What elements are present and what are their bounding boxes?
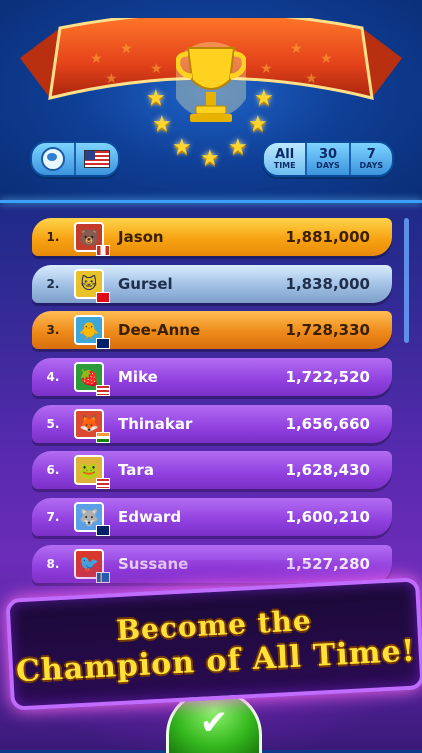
rank-number: 1. (46, 230, 60, 244)
player-score: 1,728,330 (285, 321, 370, 340)
rank-number: 7. (46, 510, 60, 525)
player-score: 1,628,430 (285, 461, 370, 480)
player-avatar: 🐸 (74, 455, 110, 490)
rank-number: 3. (46, 323, 60, 338)
player-score: 1,838,000 (285, 274, 370, 293)
avatar-icon: 🦊 (79, 414, 99, 434)
leaderboard-scrollbar[interactable] (404, 218, 409, 343)
promo-banner: Become the Champion of All Time! (5, 577, 422, 711)
trophy-icon (176, 42, 246, 122)
tab-30-days-sublabel: DAYS (316, 161, 340, 170)
tab-7-days[interactable]: 7 DAYS (348, 143, 392, 175)
country-filter-button[interactable] (76, 143, 118, 175)
country-flag-icon (96, 291, 110, 303)
leaderboard-row[interactable]: 2. 🐱 Gursel 1,838,000 (32, 264, 392, 303)
player-avatar: 🐻 (74, 222, 110, 256)
svg-text:★: ★ (260, 61, 273, 77)
svg-text:★: ★ (305, 71, 318, 87)
player-avatar: 🐥 (74, 315, 110, 350)
globe-icon (41, 147, 65, 171)
svg-text:★: ★ (120, 41, 133, 57)
rank-number: 6. (46, 463, 60, 478)
check-icon: ✔ (199, 703, 229, 743)
leaderboard-row[interactable]: 6. 🐸 Tara 1,628,430 (32, 451, 392, 490)
rank-number: 2. (46, 276, 60, 291)
tab-30-days-label: 30 (318, 147, 338, 162)
rank-number: 5. (46, 416, 60, 431)
player-score: 1,881,000 (285, 228, 370, 246)
avatar-icon: 🐥 (79, 320, 99, 340)
tab-all-time-label: All (275, 147, 295, 162)
country-flag-icon (96, 431, 110, 443)
player-name: Edward (118, 508, 182, 527)
avatar-icon: 🐻 (79, 227, 99, 247)
header-divider (0, 200, 422, 203)
player-avatar: 🐱 (74, 268, 110, 303)
leaderboard-row[interactable]: 3. 🐥 Dee-Anne 1,728,330 (32, 311, 392, 350)
rank-number: 4. (46, 370, 60, 385)
player-avatar: 🍓 (74, 362, 110, 397)
tab-7-days-sublabel: DAYS (359, 161, 384, 170)
country-flag-icon (96, 245, 110, 256)
tab-7-days-label: 7 (366, 147, 376, 162)
player-name: Tara (118, 461, 154, 480)
avatar-icon: 🐸 (79, 460, 99, 480)
player-avatar: 🦊 (74, 408, 110, 443)
player-name: Thinakar (118, 414, 193, 433)
player-score: 1,656,660 (285, 414, 370, 433)
tab-all-time-sublabel: TIME (273, 161, 296, 170)
player-score: 1,722,520 (285, 368, 370, 387)
player-name: Gursel (118, 274, 173, 293)
us-flag-icon (84, 150, 110, 168)
tab-30-days[interactable]: 30 DAYS (305, 143, 348, 175)
tab-all-time[interactable]: All TIME (264, 143, 306, 175)
leaderboard-row[interactable]: 7. 🐺 Edward 1,600,210 (32, 498, 392, 537)
player-name: Mike (118, 368, 158, 387)
svg-text:★: ★ (150, 61, 163, 77)
leaderboard-row[interactable]: 1. 🐻 Jason 1,881,000 (32, 218, 392, 256)
global-filter-button[interactable] (32, 143, 76, 175)
player-name: Dee-Anne (118, 321, 201, 340)
svg-text:★: ★ (90, 51, 103, 67)
svg-text:★: ★ (290, 41, 303, 57)
svg-text:★: ★ (105, 71, 118, 87)
country-flag-icon (96, 385, 110, 397)
country-flag-icon (96, 525, 110, 537)
player-name: Jason (118, 228, 164, 246)
avatar-icon: 🐺 (79, 507, 99, 527)
country-flag-icon (96, 478, 110, 490)
leaderboard-row[interactable]: 5. 🦊 Thinakar 1,656,660 (32, 404, 392, 443)
leaderboard-list[interactable]: 1. 🐻 Jason 1,881,000 2. 🐱 Gursel 1,838,000 3. 🐥 De… (32, 218, 392, 592)
region-filter (30, 141, 120, 177)
leaderboard-row[interactable]: 4. 🍓 Mike 1,722,520 (32, 358, 392, 397)
country-flag-icon (96, 338, 110, 350)
avatar-icon: 🍓 (79, 367, 99, 387)
avatar-icon: 🐱 (80, 274, 98, 294)
svg-text:★: ★ (320, 51, 333, 67)
player-score: 1,600,210 (285, 508, 370, 527)
player-avatar: 🐺 (74, 502, 110, 537)
time-filter: All TIME 30 DAYS 7 DAYS (262, 141, 394, 177)
